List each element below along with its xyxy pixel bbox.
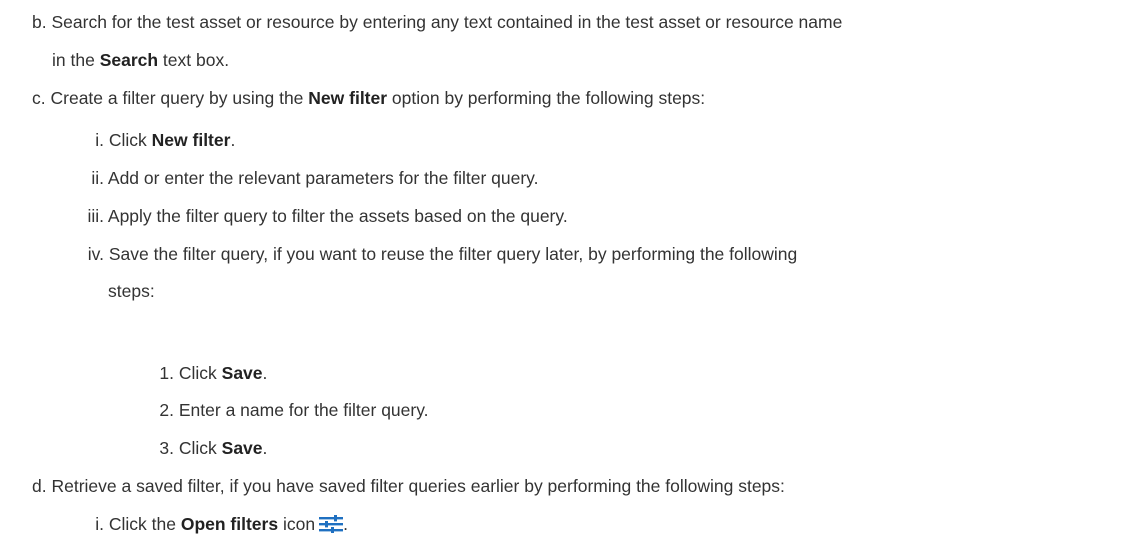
save-term: Save	[221, 363, 263, 383]
save-step-3-marker: 3.	[159, 438, 174, 458]
step-c-ii-marker: ii.	[91, 168, 104, 188]
save-step-1-end: .	[262, 363, 268, 383]
new-filter-term: New filter	[151, 130, 231, 150]
save-step-2-marker: 2.	[159, 400, 174, 420]
save-term: Save	[221, 438, 263, 458]
save-step-1-text: Click	[178, 363, 222, 383]
save-step-2: 2. Enter a name for the filter query.	[154, 399, 429, 421]
step-d-line: d. Retrieve a saved filter, if you have …	[32, 475, 785, 497]
step-c-ii: ii. Add or enter the relevant parameters…	[68, 167, 539, 189]
step-c-iv: iv. Save the filter query, if you want t…	[68, 243, 797, 265]
step-d-i: i. Click the Open filters icon.	[68, 513, 348, 538]
step-c-text-end: option by performing the following steps…	[387, 88, 706, 108]
step-d-i-text: Click the	[108, 514, 181, 534]
new-filter-term: New filter	[308, 88, 388, 108]
step-c-iv-marker: iv.	[87, 244, 104, 264]
step-c-i-text: Click	[108, 130, 152, 150]
step-c-iii: iii. Apply the filter query to filter th…	[68, 205, 568, 227]
filter-sliders-svg	[319, 515, 344, 533]
step-c-iv-text: Save the filter query, if you want to re…	[108, 244, 798, 264]
save-step-1-marker: 1.	[159, 363, 174, 383]
step-c-line: c. Create a filter query by using the Ne…	[32, 87, 705, 109]
save-step-1: 1. Click Save.	[154, 362, 267, 384]
step-c-iii-text: Apply the filter query to filter the ass…	[107, 206, 568, 226]
step-c-i: i. Click New filter.	[68, 129, 235, 151]
step-c-text: Create a filter query by using the	[50, 88, 309, 108]
step-c-ii-text: Add or enter the relevant parameters for…	[107, 168, 539, 188]
step-c-i-end: .	[230, 130, 236, 150]
open-filters-term: Open filters	[180, 514, 279, 534]
step-b-line-2: in the Search text box.	[52, 49, 229, 71]
step-c-iii-marker: iii.	[87, 206, 104, 226]
step-c-i-marker: i.	[95, 130, 104, 150]
step-d-i-marker: i.	[95, 514, 104, 534]
step-b-text-cont: in the	[52, 50, 100, 70]
step-c-iv-line-2: steps:	[108, 280, 155, 302]
step-d-marker: d.	[32, 476, 47, 496]
search-term: Search	[99, 50, 159, 70]
step-d-i-end: .	[343, 514, 348, 534]
filter-sliders-icon	[319, 515, 344, 538]
save-step-2-text: Enter a name for the filter query.	[178, 400, 429, 420]
step-d-text: Retrieve a saved filter, if you have sav…	[51, 476, 785, 496]
step-c-iv-text-cont: steps:	[108, 281, 155, 301]
step-b-text-end: text box.	[158, 50, 230, 70]
step-b-text: Search for the test asset or resource by…	[51, 12, 843, 32]
step-b-marker: b.	[32, 12, 47, 32]
step-b-line-1: b. Search for the test asset or resource…	[32, 11, 842, 33]
save-step-3-end: .	[262, 438, 268, 458]
save-step-3-text: Click	[178, 438, 222, 458]
save-step-3: 3. Click Save.	[154, 437, 267, 459]
step-d-i-text-icon: icon	[278, 514, 316, 534]
step-c-marker: c.	[32, 88, 46, 108]
